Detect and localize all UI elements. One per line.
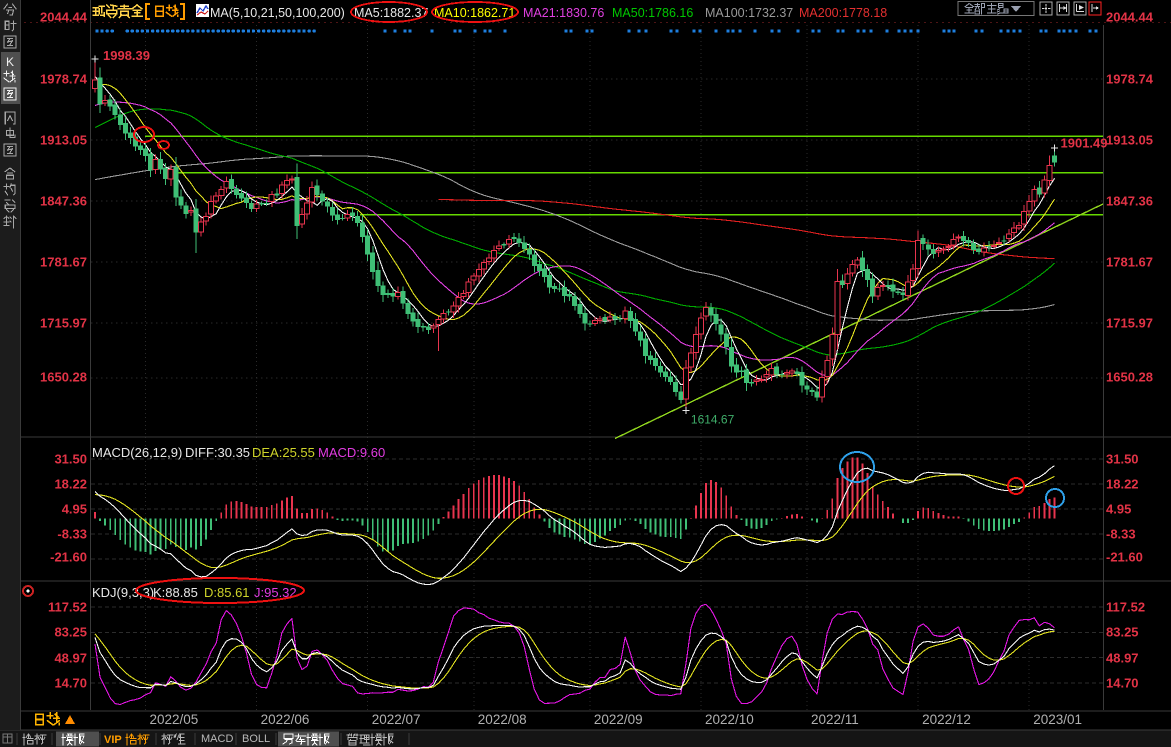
svg-text:1998.39: 1998.39	[103, 48, 150, 63]
svg-text:BOLL: BOLL	[242, 733, 270, 745]
svg-text:K: K	[6, 55, 14, 69]
svg-text:KDJ(9,3,3): KDJ(9,3,3)	[92, 585, 154, 600]
svg-text:2022/11: 2022/11	[811, 712, 859, 727]
svg-text:-8.33: -8.33	[57, 527, 87, 542]
svg-text:4.95: 4.95	[62, 502, 87, 517]
svg-text:31.50: 31.50	[54, 452, 87, 467]
svg-text:MACD:9.60: MACD:9.60	[318, 445, 385, 460]
svg-text:2044.44: 2044.44	[1106, 10, 1154, 25]
svg-text:1781.67: 1781.67	[1106, 255, 1153, 270]
svg-text:83.25: 83.25	[54, 625, 87, 640]
svg-text:1978.74: 1978.74	[1106, 72, 1154, 87]
svg-text:1650.28: 1650.28	[1106, 370, 1153, 385]
svg-text:MACD(26,12,9): MACD(26,12,9)	[92, 445, 182, 460]
svg-text:-21.60: -21.60	[1106, 550, 1143, 565]
svg-text:2022/09: 2022/09	[594, 712, 643, 727]
svg-text:2022/06: 2022/06	[261, 712, 310, 727]
svg-text:2022/05: 2022/05	[150, 712, 199, 727]
svg-text:14.70: 14.70	[54, 676, 87, 691]
svg-text:48.97: 48.97	[54, 651, 87, 666]
svg-text:VIP: VIP	[104, 734, 122, 746]
svg-text:2022/08: 2022/08	[478, 712, 527, 727]
svg-text:MACD: MACD	[201, 733, 233, 745]
svg-text:MA10:1862.71: MA10:1862.71	[434, 6, 515, 20]
svg-text:4.95: 4.95	[1106, 502, 1131, 517]
svg-text:18.22: 18.22	[1106, 477, 1139, 492]
svg-text:83.25: 83.25	[1106, 625, 1139, 640]
svg-text:2044.44: 2044.44	[40, 10, 88, 25]
svg-text:2023/01: 2023/01	[1033, 712, 1082, 727]
svg-text:1715.97: 1715.97	[1106, 316, 1153, 331]
svg-text:K:88.85: K:88.85	[153, 585, 198, 600]
svg-text:MA100:1732.37: MA100:1732.37	[705, 6, 793, 20]
svg-text:14.70: 14.70	[1106, 676, 1139, 691]
svg-text:2022/10: 2022/10	[705, 712, 754, 727]
svg-text:117.52: 117.52	[1106, 600, 1145, 615]
svg-text:31.50: 31.50	[1106, 452, 1139, 467]
svg-text:1978.74: 1978.74	[40, 72, 88, 87]
svg-text:MA21:1830.76: MA21:1830.76	[523, 6, 604, 20]
svg-text:1715.97: 1715.97	[40, 316, 87, 331]
svg-text:48.97: 48.97	[1106, 651, 1139, 666]
svg-text:MA50:1786.16: MA50:1786.16	[612, 6, 693, 20]
svg-text:DIFF:30.35: DIFF:30.35	[185, 445, 250, 460]
svg-text:MA200:1778.18: MA200:1778.18	[799, 6, 887, 20]
svg-text:D:85.61: D:85.61	[204, 585, 250, 600]
svg-text:18.22: 18.22	[54, 477, 87, 492]
svg-text:1913.05: 1913.05	[1106, 133, 1153, 148]
svg-text:1847.36: 1847.36	[1106, 194, 1153, 209]
svg-text:1650.28: 1650.28	[40, 370, 87, 385]
svg-text:2022/07: 2022/07	[372, 712, 421, 727]
svg-text:1781.67: 1781.67	[40, 255, 87, 270]
svg-text:2022/12: 2022/12	[922, 712, 971, 727]
svg-text:-8.33: -8.33	[1106, 527, 1136, 542]
svg-text:1913.05: 1913.05	[40, 133, 87, 148]
svg-text:-21.60: -21.60	[50, 550, 87, 565]
svg-text:MA(5,10,21,50,100,200): MA(5,10,21,50,100,200)	[210, 6, 345, 20]
svg-text:1901.49: 1901.49	[1061, 135, 1108, 150]
svg-text:117.52: 117.52	[48, 600, 87, 615]
svg-text:DEA:25.55: DEA:25.55	[252, 445, 315, 460]
svg-text:1847.36: 1847.36	[40, 194, 87, 209]
svg-text:1614.67: 1614.67	[691, 413, 735, 427]
